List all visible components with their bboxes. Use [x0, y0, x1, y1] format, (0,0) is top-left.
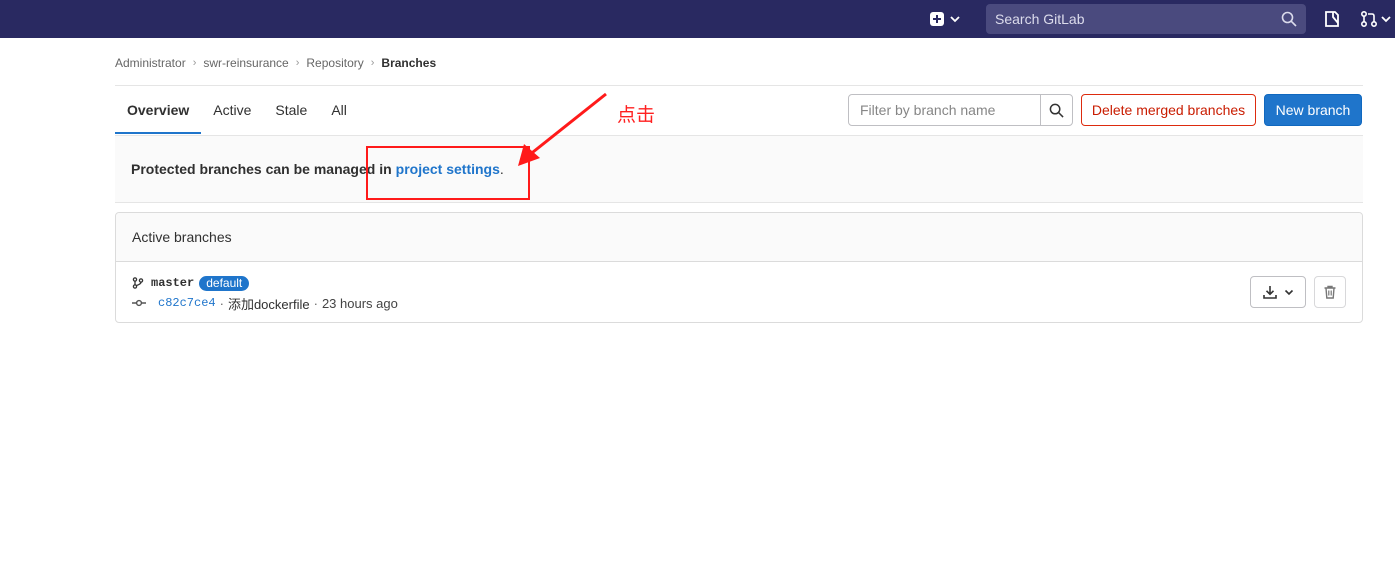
- breadcrumb-current[interactable]: Branches: [381, 56, 436, 70]
- search-box: [986, 4, 1306, 34]
- chevron-down-icon: [1284, 289, 1294, 296]
- breadcrumb-separator-icon: ›: [192, 57, 197, 69]
- delete-branch-button[interactable]: [1314, 276, 1346, 308]
- annotation-text: 点击: [617, 104, 656, 126]
- delete-merged-branches-button[interactable]: Delete merged branches: [1081, 94, 1256, 126]
- search-icon: [1049, 103, 1064, 118]
- branch-icon: [132, 277, 144, 289]
- annotation-arrow-icon: [518, 92, 607, 166]
- trash-icon: [1324, 285, 1336, 299]
- search-input[interactable]: [995, 11, 1281, 27]
- commit-info: c82c7ce4 · 添加dockerfile · 23 hours ago: [132, 294, 398, 313]
- breadcrumb-separator-icon: ›: [370, 57, 375, 69]
- filter-search-button[interactable]: [1040, 95, 1072, 125]
- plus-square-icon: [930, 12, 944, 26]
- chevron-down-icon: [1381, 16, 1391, 23]
- protected-branches-banner: Protected branches can be managed in pro…: [115, 135, 1363, 203]
- active-branches-title: Active branches: [116, 213, 1362, 262]
- new-dropdown-button[interactable]: [930, 8, 970, 30]
- breadcrumb-item[interactable]: swr-reinsurance: [203, 56, 288, 70]
- commit-icon: [132, 299, 146, 307]
- separator-dot: ·: [313, 295, 318, 311]
- merge-request-icon: [1360, 10, 1378, 28]
- merge-requests-dropdown[interactable]: [1360, 9, 1395, 29]
- search-icon[interactable]: [1281, 11, 1297, 27]
- tab-overview[interactable]: Overview: [115, 86, 202, 134]
- breadcrumb-item[interactable]: Repository: [306, 56, 363, 70]
- commit-sha-link[interactable]: c82c7ce4: [158, 296, 216, 310]
- branch-info: master default: [132, 275, 250, 291]
- breadcrumb-separator-icon: ›: [295, 57, 300, 69]
- commit-time: 23 hours ago: [321, 295, 398, 311]
- tab-stale[interactable]: Stale: [263, 86, 319, 134]
- todo-icon[interactable]: [1322, 9, 1342, 29]
- download-icon: [1263, 286, 1277, 299]
- chevron-down-icon: [950, 16, 960, 23]
- filter-branch-input[interactable]: [849, 95, 1040, 125]
- branch-filter: [848, 94, 1073, 126]
- banner-text: Protected branches can be managed in: [131, 161, 392, 177]
- tab-all[interactable]: All: [319, 86, 359, 134]
- breadcrumb-item[interactable]: Administrator: [115, 56, 186, 70]
- default-badge: default: [199, 275, 250, 291]
- branch-name-link[interactable]: master: [151, 276, 194, 290]
- tab-active[interactable]: Active: [201, 86, 263, 134]
- branch-tabs: Overview Active Stale All: [115, 86, 359, 134]
- download-dropdown-button[interactable]: [1250, 276, 1306, 308]
- new-branch-button[interactable]: New branch: [1264, 94, 1362, 126]
- separator-dot: ·: [219, 295, 224, 311]
- branch-row: master default c82c7ce4 · 添加dockerfile ·…: [116, 262, 1362, 322]
- top-navbar: [0, 0, 1395, 38]
- commit-message-link[interactable]: 添加dockerfile: [228, 294, 310, 313]
- breadcrumb: Administrator › swr-reinsurance › Reposi…: [115, 55, 436, 71]
- active-branches-card: Active branches master default c82c7ce4 …: [115, 212, 1363, 323]
